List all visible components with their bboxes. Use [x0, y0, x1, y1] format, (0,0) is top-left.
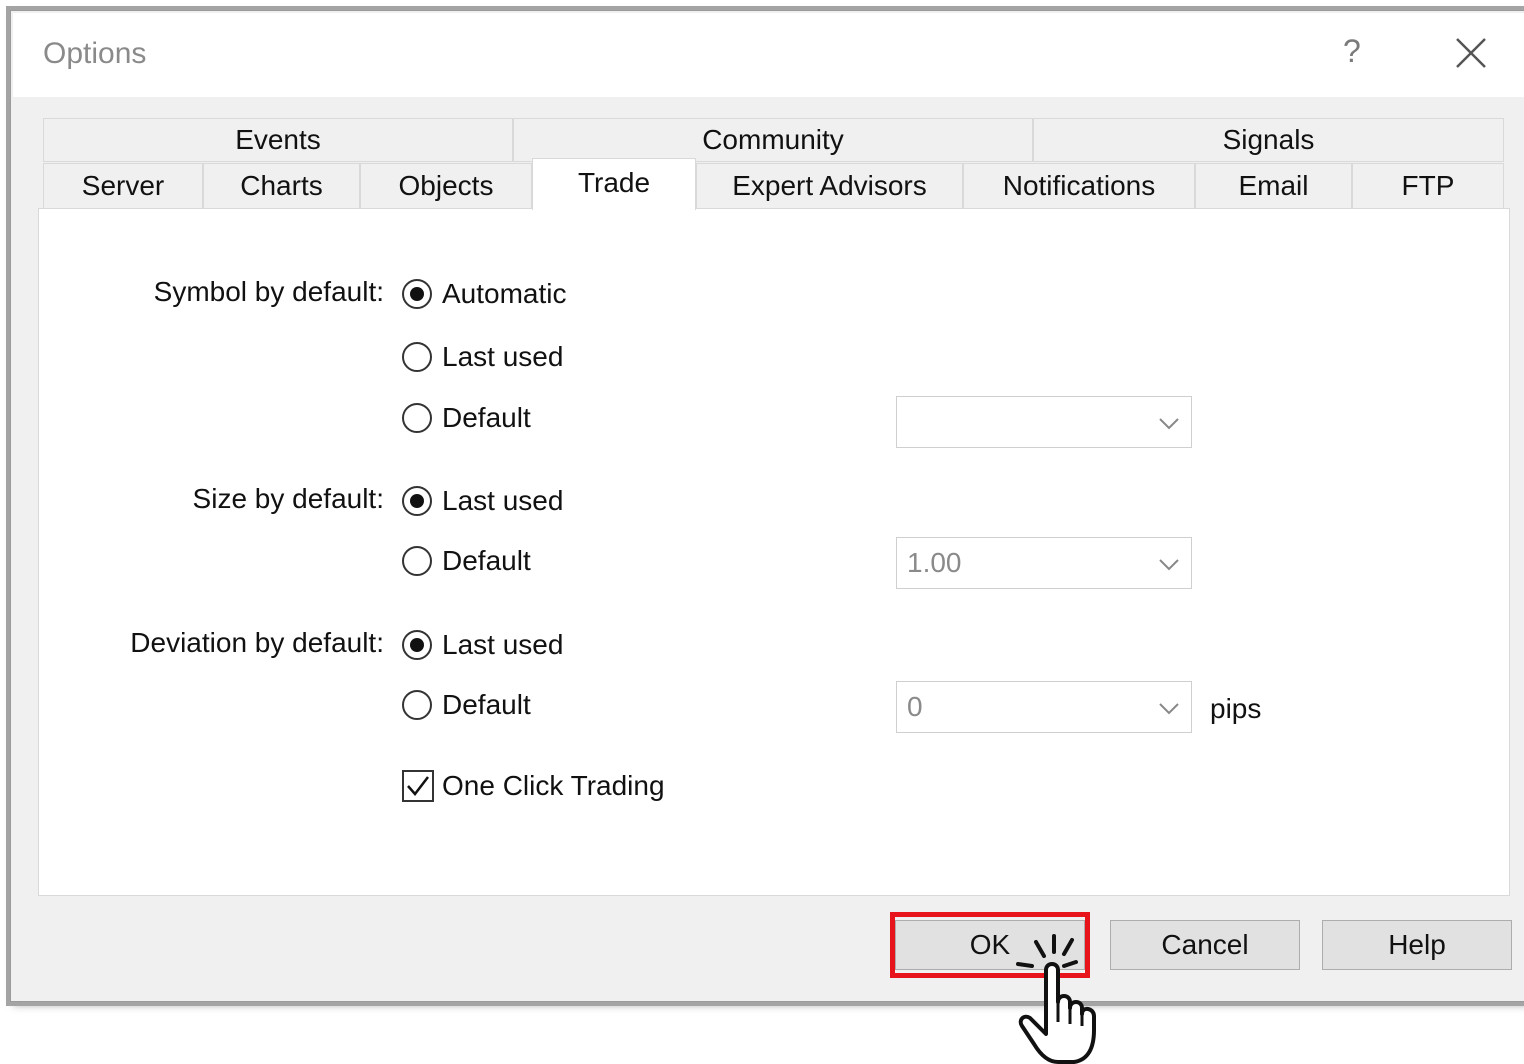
checkbox-one-click-trading[interactable]: One Click Trading [402, 770, 665, 802]
radio-button[interactable] [402, 279, 432, 309]
checkbox[interactable] [402, 770, 434, 802]
tab-label: Email [1238, 170, 1309, 201]
tab-events[interactable]: Events [43, 118, 513, 162]
select-value: 0 [907, 691, 923, 722]
select-value: 1.00 [907, 547, 962, 578]
button-label: Help [1388, 929, 1446, 960]
size-default-select[interactable]: 1.00 [896, 537, 1192, 589]
deviation-unit-label: pips [1210, 693, 1262, 724]
cancel-button[interactable]: Cancel [1110, 920, 1300, 970]
radio-button[interactable] [402, 486, 432, 516]
radio-symbol-last-used[interactable]: Last used [402, 341, 563, 373]
radio-label: Default [442, 689, 531, 720]
tab-label: Signals [1222, 124, 1315, 155]
tab-ftp[interactable]: FTP [1352, 163, 1504, 209]
hand-pointer-icon [1016, 934, 1096, 1064]
radio-label: Last used [442, 629, 564, 660]
radio-label: Last used [442, 485, 564, 516]
deviation-default-label: Deviation by default: [130, 627, 384, 658]
radio-symbol-automatic[interactable]: Automatic [402, 278, 567, 310]
chevron-down-icon [1159, 703, 1179, 715]
tab-label: Expert Advisors [732, 170, 927, 201]
tab-trade[interactable]: Trade [532, 158, 696, 210]
tab-community[interactable]: Community [513, 118, 1033, 162]
button-label: OK [969, 929, 1011, 960]
radio-label: Automatic [442, 278, 567, 309]
tab-objects[interactable]: Objects [360, 163, 532, 209]
chevron-down-icon [1159, 418, 1179, 430]
tab-label: Community [702, 124, 844, 155]
radio-label: Last used [442, 341, 564, 372]
radio-deviation-last-used[interactable]: Last used [402, 629, 563, 661]
radio-button[interactable] [402, 403, 432, 433]
tab-label: FTP [1401, 170, 1455, 201]
button-label: Cancel [1161, 929, 1249, 960]
radio-symbol-default[interactable]: Default [402, 402, 531, 434]
tab-label: Objects [398, 170, 494, 201]
symbol-default-label: Symbol by default: [153, 276, 384, 307]
radio-size-last-used[interactable]: Last used [402, 485, 563, 517]
title-bar: Options ? [13, 13, 1524, 97]
symbol-default-select[interactable] [896, 396, 1192, 448]
help-button[interactable]: Help [1322, 920, 1512, 970]
radio-button[interactable] [402, 690, 432, 720]
tab-label: Charts [240, 170, 323, 201]
radio-label: Default [442, 545, 531, 576]
tab-email[interactable]: Email [1195, 163, 1352, 209]
radio-label: Default [442, 402, 531, 433]
tab-signals[interactable]: Signals [1033, 118, 1504, 162]
tab-label: Server [81, 170, 165, 201]
chevron-down-icon [1159, 559, 1179, 571]
tab-label: Notifications [1002, 170, 1156, 201]
radio-deviation-default[interactable]: Default [402, 689, 531, 721]
radio-button[interactable] [402, 630, 432, 660]
tab-notifications[interactable]: Notifications [963, 163, 1195, 209]
deviation-default-select[interactable]: 0 [896, 681, 1192, 733]
tab-server[interactable]: Server [43, 163, 203, 209]
close-icon[interactable] [1453, 35, 1489, 71]
radio-button[interactable] [402, 546, 432, 576]
window-title: Options [43, 37, 147, 70]
checkbox-label: One Click Trading [442, 770, 665, 801]
help-question-button[interactable]: ? [1343, 33, 1361, 70]
tab-expert-advisors[interactable]: Expert Advisors [696, 163, 963, 209]
radio-button[interactable] [402, 342, 432, 372]
tab-label: Trade [577, 167, 651, 198]
checkmark-icon [407, 776, 429, 796]
tab-charts[interactable]: Charts [203, 163, 360, 209]
radio-size-default[interactable]: Default [402, 545, 531, 577]
trade-panel [38, 208, 1510, 896]
tab-label: Events [235, 124, 321, 155]
size-default-label: Size by default: [192, 483, 384, 514]
